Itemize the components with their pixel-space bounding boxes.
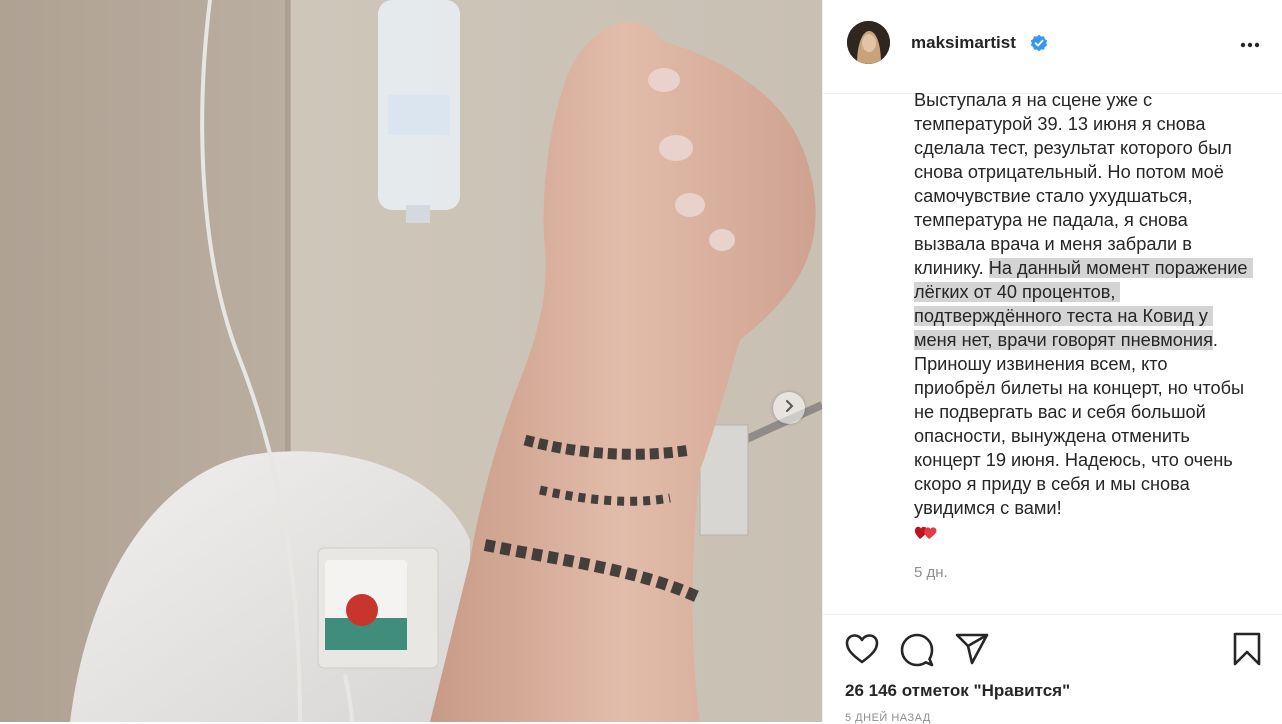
more-horizontal-icon (1239, 41, 1261, 58)
verified-badge-icon (1030, 34, 1048, 57)
post-header: maksimartist (823, 0, 1282, 94)
likes-count[interactable]: 26 146 отметок "Нравится" (845, 681, 1070, 701)
bookmark-icon (1233, 632, 1261, 670)
comment-bubble-icon (900, 633, 934, 671)
chevron-right-icon (782, 399, 796, 418)
username[interactable]: maksimartist (911, 33, 1016, 53)
post-photo (0, 0, 822, 722)
heart-outline-icon (845, 634, 879, 669)
post-caption: Выступала я на сцене уже с температурой … (914, 88, 1254, 520)
save-button[interactable] (1233, 632, 1261, 671)
paper-plane-icon (955, 633, 989, 669)
photo-illustration (0, 0, 822, 722)
red-hearts-emoji (914, 522, 938, 547)
post-time-ago: 5 ДНЕЙ НАЗАД (845, 712, 931, 724)
caption-text: Выступала я на сцене уже с температурой … (914, 90, 1237, 278)
avatar[interactable] (847, 21, 890, 64)
comment-button[interactable] (900, 633, 934, 672)
caption-timestamp: 5 дн. (914, 564, 948, 581)
more-options-button[interactable] (1239, 36, 1261, 59)
caption-text-end: . Приношу извинения всем, кто приобрёл б… (914, 330, 1250, 518)
like-button[interactable] (845, 633, 879, 670)
next-photo-button[interactable] (773, 392, 805, 424)
post-details-panel: maksimartist Выступала я на сцене уже с … (822, 0, 1282, 724)
actions-divider (823, 614, 1282, 615)
share-button[interactable] (955, 633, 989, 670)
